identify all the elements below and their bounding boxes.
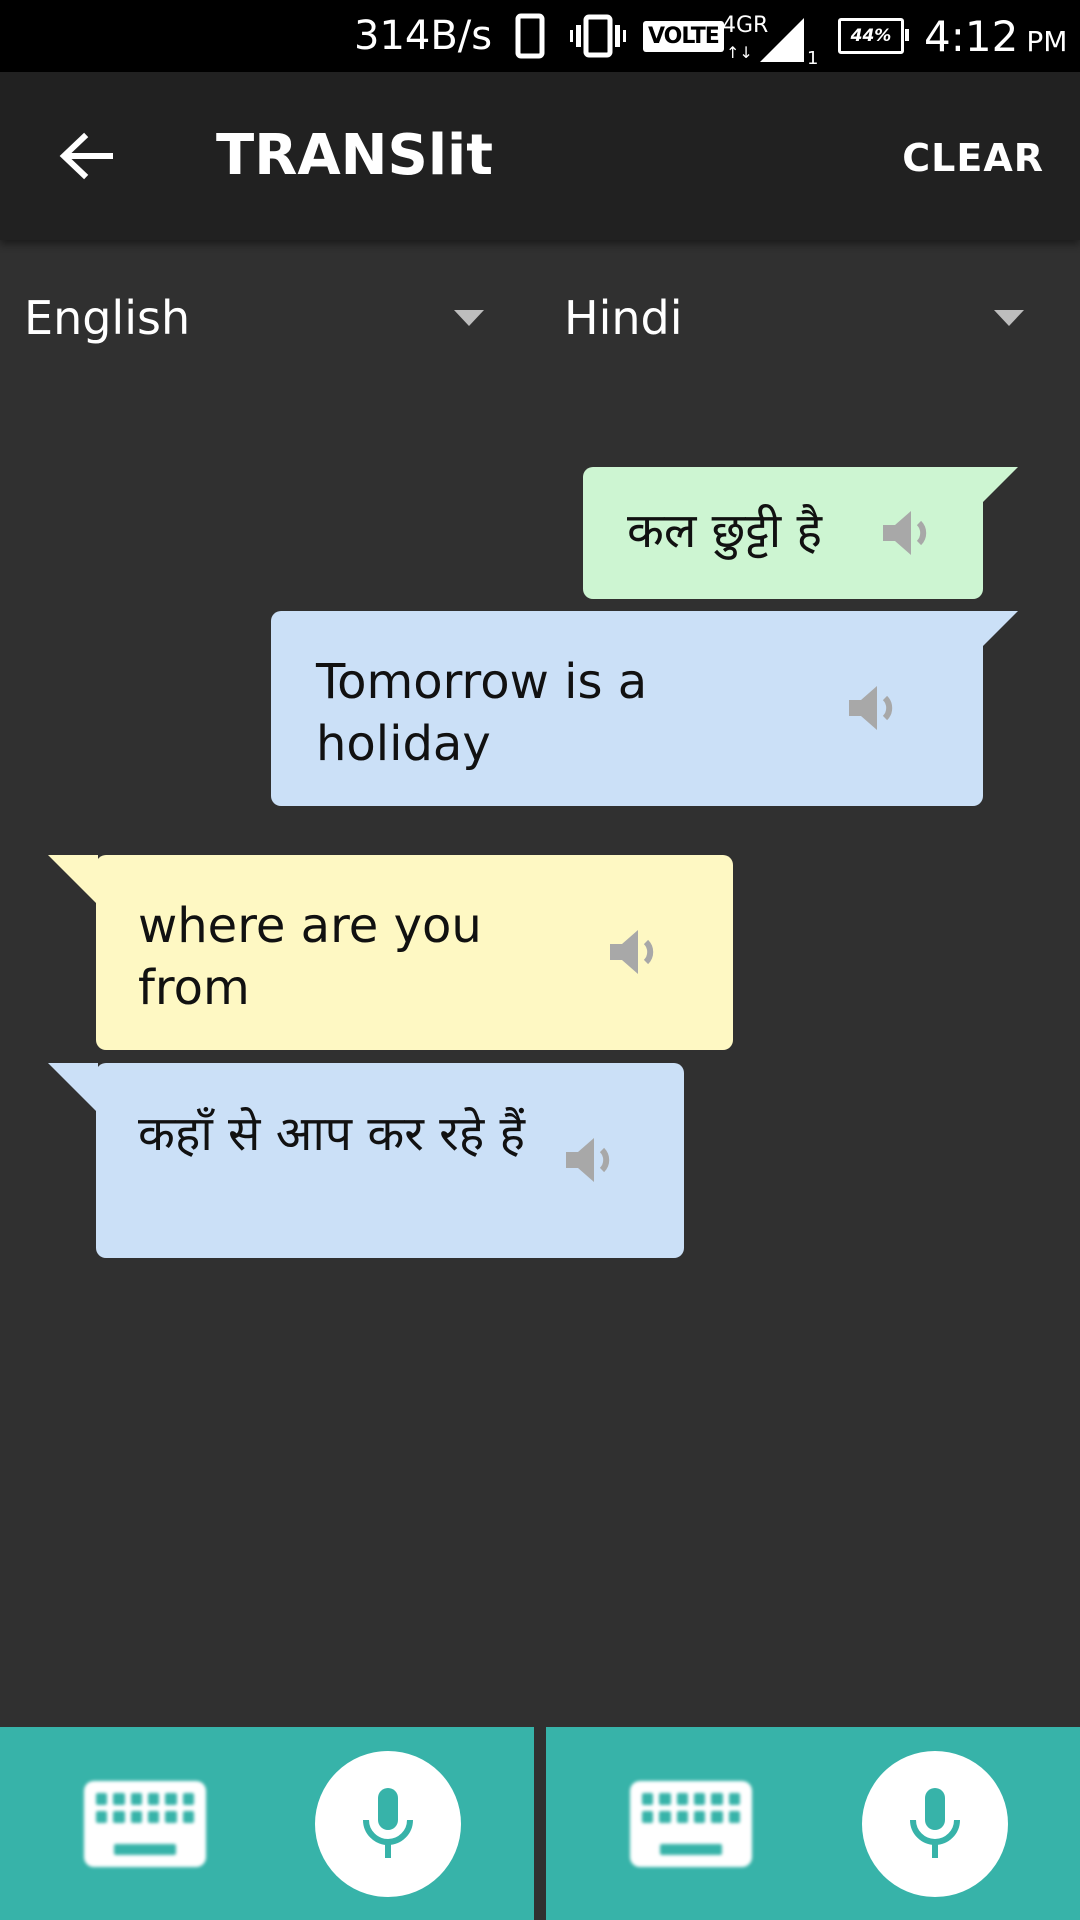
bubble-tail xyxy=(48,1063,98,1113)
message-bubble: कहाँ से आप कर रहे हैं xyxy=(96,1063,684,1258)
dropdown-caret-icon xyxy=(454,310,484,326)
mic-icon xyxy=(363,1788,413,1858)
app-bar: TRANSlit CLEAR xyxy=(0,72,1080,240)
phone-icon xyxy=(515,0,545,72)
clock-ampm: PM xyxy=(1026,24,1068,58)
source-language-select[interactable]: English xyxy=(24,278,494,358)
message-bubble: कल छुट्टी है xyxy=(583,467,983,599)
sim-index: 1 xyxy=(807,48,818,66)
speaker-icon[interactable] xyxy=(604,920,668,984)
network-type-label: 4GR xyxy=(722,13,768,38)
mic-icon xyxy=(910,1788,960,1858)
keyboard-icon xyxy=(642,1793,740,1823)
signal-icon: 4GR ↑↓ 1 xyxy=(722,0,822,72)
keyboard-icon xyxy=(96,1793,194,1823)
app-title: TRANSlit xyxy=(216,123,494,188)
speaker-icon[interactable] xyxy=(843,676,907,740)
source-language-label: English xyxy=(24,291,191,345)
target-input-panel xyxy=(546,1727,1080,1920)
clear-button[interactable]: CLEAR xyxy=(902,128,1044,188)
target-language-label: Hindi xyxy=(564,291,683,345)
message-bubble: Tomorrow is a holiday xyxy=(271,611,983,806)
message-text: कहाँ से आप कर रहे हैं xyxy=(138,1106,525,1162)
mic-button[interactable] xyxy=(315,1751,461,1897)
speaker-icon[interactable] xyxy=(560,1128,624,1192)
volte-label: VOLTE xyxy=(643,20,724,52)
vibrate-icon xyxy=(570,0,626,72)
keyboard-button[interactable] xyxy=(84,1781,206,1867)
message-text: कल छुट्टी है xyxy=(627,503,822,559)
target-language-select[interactable]: Hindi xyxy=(564,278,1034,358)
dropdown-caret-icon xyxy=(994,310,1024,326)
svg-text:↑↓: ↑↓ xyxy=(726,43,753,62)
source-input-panel xyxy=(0,1727,534,1920)
battery-level: 44% xyxy=(850,26,892,46)
message-bubble: where are you from xyxy=(96,855,733,1050)
speaker-icon[interactable] xyxy=(877,501,941,565)
clock-time: 4:12 xyxy=(924,11,1019,61)
arrow-left-icon xyxy=(59,132,113,180)
network-speed: 314B/s xyxy=(354,13,493,59)
status-bar: 314B/s VOLTE 4GR ↑↓ 1 44% 4:12 PM xyxy=(0,0,1080,72)
bubble-tail xyxy=(48,855,98,905)
message-text: Tomorrow is a holiday xyxy=(316,654,648,772)
panel-divider xyxy=(534,1727,546,1920)
message-text: where are you from xyxy=(138,898,482,1016)
back-button[interactable] xyxy=(52,122,120,190)
volte-icon: VOLTE xyxy=(643,0,724,72)
keyboard-button[interactable] xyxy=(630,1781,752,1867)
battery-icon: 44% xyxy=(838,0,909,72)
clock: 4:12 PM xyxy=(924,0,1067,72)
mic-button[interactable] xyxy=(862,1751,1008,1897)
